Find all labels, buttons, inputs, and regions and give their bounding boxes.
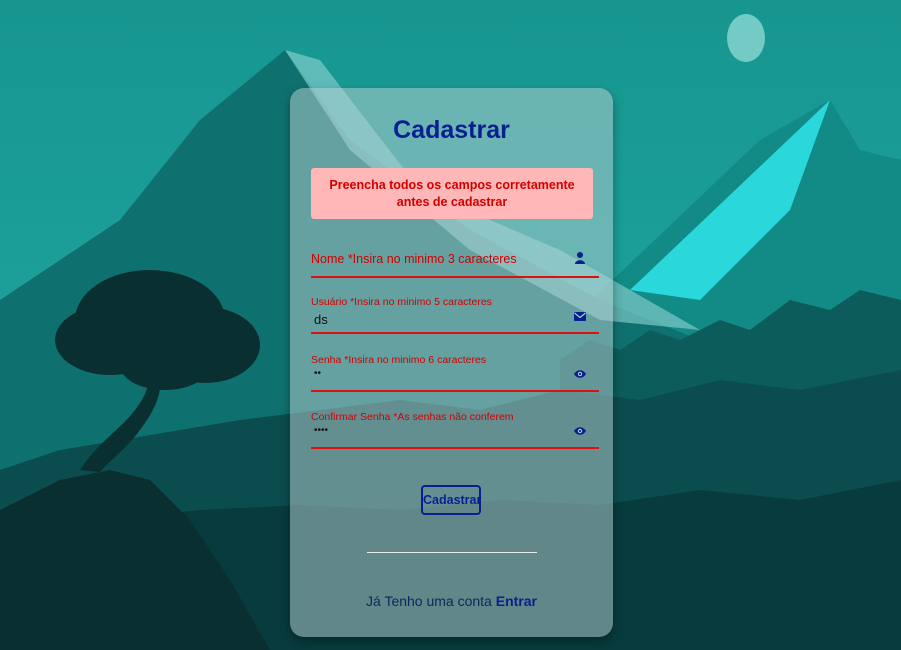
password-field[interactable]: Senha *Insira no minimo 6 caracteres •• — [311, 354, 599, 392]
password-field-value: •• — [314, 368, 322, 379]
name-field-label: Nome *Insira no minimo 3 caracteres — [311, 252, 517, 266]
confirm-password-field[interactable]: Confirmar Senha *As senhas não conferem … — [311, 411, 599, 449]
register-button[interactable]: Cadastrar — [421, 485, 481, 515]
confirm-password-field-label: Confirmar Senha *As senhas não conferem — [311, 411, 514, 423]
error-alert-text: Preencha todos os campos corretamente an… — [329, 177, 575, 209]
username-field-label: Usuário *Insira no minimo 5 caracteres — [311, 296, 492, 308]
eye-icon[interactable] — [573, 424, 587, 438]
page-title: Cadastrar — [393, 116, 510, 144]
username-field[interactable]: Usuário *Insira no minimo 5 caracteres d… — [311, 296, 599, 334]
error-alert: Preencha todos os campos corretamente an… — [311, 168, 593, 219]
name-field[interactable]: Nome *Insira no minimo 3 caracteres — [311, 246, 599, 278]
envelope-icon — [574, 312, 586, 321]
divider — [367, 552, 537, 553]
confirm-password-field-value: •••• — [314, 425, 329, 436]
login-prompt: Já Tenho uma conta Entrar — [290, 593, 613, 609]
login-prompt-text: Já Tenho uma conta — [366, 593, 492, 609]
register-card: Cadastrar Preencha todos os campos corre… — [290, 88, 613, 637]
password-field-label: Senha *Insira no minimo 6 caracteres — [311, 354, 487, 366]
eye-icon[interactable] — [573, 367, 587, 381]
moon — [727, 14, 765, 62]
login-link[interactable]: Entrar — [496, 593, 537, 609]
user-icon — [575, 252, 585, 264]
username-field-value: ds — [314, 312, 328, 327]
